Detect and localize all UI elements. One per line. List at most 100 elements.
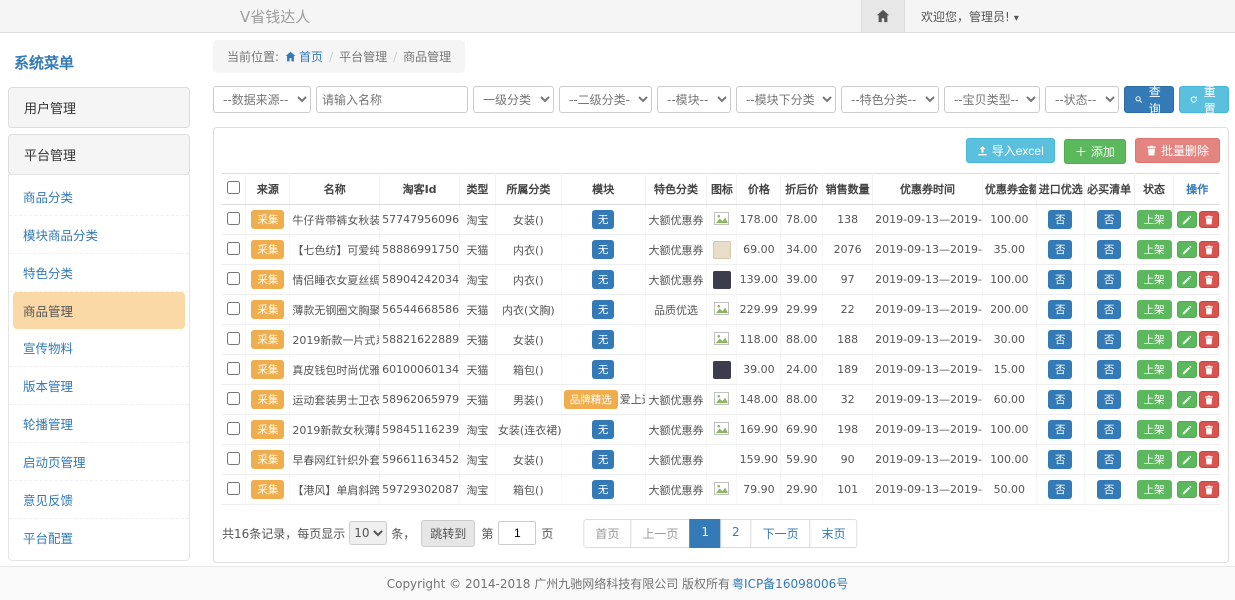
status-button[interactable]: 上架	[1137, 210, 1172, 229]
imported-toggle[interactable]: 否	[1048, 420, 1073, 439]
imported-toggle[interactable]: 否	[1048, 360, 1073, 379]
status-button[interactable]: 上架	[1137, 330, 1172, 349]
sidebar-item-feature-category[interactable]: 特色分类	[9, 254, 189, 292]
sidebar-item-feedback[interactable]: 意见反馈	[9, 481, 189, 519]
page-2-button[interactable]: 2	[720, 519, 752, 548]
row-checkbox[interactable]	[227, 272, 240, 285]
status-button[interactable]: 上架	[1137, 450, 1172, 469]
must-buy-toggle[interactable]: 否	[1097, 240, 1122, 259]
import-excel-button[interactable]: 导入excel	[966, 138, 1055, 163]
edit-button[interactable]	[1177, 391, 1197, 408]
imported-toggle[interactable]: 否	[1048, 210, 1073, 229]
category-level1-select[interactable]: 一级分类	[473, 86, 554, 113]
delete-button[interactable]	[1199, 451, 1219, 468]
status-button[interactable]: 上架	[1137, 240, 1172, 259]
delete-button[interactable]	[1199, 271, 1219, 288]
feature-category-select[interactable]: --特色分类--	[841, 86, 939, 113]
imported-toggle[interactable]: 否	[1048, 450, 1073, 469]
sidebar-item-version-management[interactable]: 版本管理	[9, 367, 189, 405]
sidebar-item-goods-category[interactable]: 商品分类	[9, 178, 189, 216]
edit-button[interactable]	[1177, 361, 1197, 378]
first-page-button[interactable]: 首页	[583, 519, 631, 548]
sidebar-item-promo-material[interactable]: 宣传物料	[9, 329, 189, 367]
sidebar-item-platform-config[interactable]: 平台配置	[9, 519, 189, 556]
row-checkbox[interactable]	[227, 332, 240, 345]
reset-button[interactable]: 重置	[1179, 86, 1229, 113]
sidebar-item-splash-management[interactable]: 启动页管理	[9, 443, 189, 481]
item-type-select[interactable]: --宝贝类型--	[944, 86, 1040, 113]
edit-button[interactable]	[1177, 271, 1197, 288]
sidebar-item-carousel-management[interactable]: 轮播管理	[9, 405, 189, 443]
must-buy-toggle[interactable]: 否	[1097, 360, 1122, 379]
sidebar-item-module-goods-category[interactable]: 模块商品分类	[9, 216, 189, 254]
select-all-checkbox[interactable]	[227, 181, 240, 194]
edit-button[interactable]	[1177, 451, 1197, 468]
next-page-button[interactable]: 下一页	[751, 519, 811, 548]
home-button[interactable]	[861, 0, 905, 32]
must-buy-toggle[interactable]: 否	[1097, 270, 1122, 289]
prev-page-button[interactable]: 上一页	[630, 519, 690, 548]
delete-button[interactable]	[1199, 361, 1219, 378]
imported-toggle[interactable]: 否	[1048, 240, 1073, 259]
row-checkbox[interactable]	[227, 212, 240, 225]
search-button[interactable]: 查询	[1124, 86, 1174, 113]
status-button[interactable]: 上架	[1137, 300, 1172, 319]
user-menu[interactable]: 欢迎您，管理员!▾	[905, 8, 1235, 25]
status-button[interactable]: 上架	[1137, 480, 1172, 499]
module-sub-select[interactable]: --模块下分类--	[736, 86, 836, 113]
delete-button[interactable]	[1199, 241, 1219, 258]
row-checkbox[interactable]	[227, 362, 240, 375]
must-buy-toggle[interactable]: 否	[1097, 480, 1122, 499]
edit-button[interactable]	[1177, 211, 1197, 228]
sidebar-item-user-management[interactable]: 用户管理	[8, 87, 190, 128]
must-buy-toggle[interactable]: 否	[1097, 420, 1122, 439]
sidebar-item-goods-management-active[interactable]: 商品管理	[13, 292, 185, 329]
must-buy-toggle[interactable]: 否	[1097, 330, 1122, 349]
delete-button[interactable]	[1199, 421, 1219, 438]
imported-toggle[interactable]: 否	[1048, 270, 1073, 289]
status-button[interactable]: 上架	[1137, 270, 1172, 289]
delete-button[interactable]	[1199, 301, 1219, 318]
delete-button[interactable]	[1199, 481, 1219, 498]
name-search-input[interactable]	[316, 86, 468, 113]
edit-button[interactable]	[1177, 241, 1197, 258]
delete-button[interactable]	[1199, 211, 1219, 228]
imported-toggle[interactable]: 否	[1048, 390, 1073, 409]
edit-button[interactable]	[1177, 301, 1197, 318]
icp-link[interactable]: 粤ICP备16098006号	[732, 575, 848, 592]
sidebar-item-platform-management[interactable]: 平台管理	[8, 134, 190, 175]
must-buy-toggle[interactable]: 否	[1097, 300, 1122, 319]
add-button[interactable]: ＋添加	[1064, 139, 1126, 164]
last-page-button[interactable]: 末页	[810, 519, 858, 548]
edit-button[interactable]	[1177, 421, 1197, 438]
edit-button[interactable]	[1177, 481, 1197, 498]
status-button[interactable]: 上架	[1137, 390, 1172, 409]
breadcrumb-home-link[interactable]: 首页	[299, 50, 323, 64]
status-select[interactable]: --状态--	[1045, 86, 1119, 113]
status-button[interactable]: 上架	[1137, 420, 1172, 439]
data-source-select[interactable]: --数据来源--	[213, 86, 311, 113]
category-level2-select[interactable]: --二级分类--	[559, 86, 652, 113]
must-buy-toggle[interactable]: 否	[1097, 390, 1122, 409]
imported-toggle[interactable]: 否	[1048, 480, 1073, 499]
must-buy-toggle[interactable]: 否	[1097, 210, 1122, 229]
page-number-input[interactable]	[498, 521, 536, 545]
module-select[interactable]: --模块--	[657, 86, 731, 113]
row-checkbox[interactable]	[227, 392, 240, 405]
row-checkbox[interactable]	[227, 482, 240, 495]
imported-toggle[interactable]: 否	[1048, 300, 1073, 319]
edit-button[interactable]	[1177, 331, 1197, 348]
imported-toggle[interactable]: 否	[1048, 330, 1073, 349]
status-button[interactable]: 上架	[1137, 360, 1172, 379]
row-checkbox[interactable]	[227, 302, 240, 315]
delete-button[interactable]	[1199, 331, 1219, 348]
row-checkbox[interactable]	[227, 452, 240, 465]
delete-button[interactable]	[1199, 391, 1219, 408]
row-checkbox[interactable]	[227, 422, 240, 435]
batch-delete-button[interactable]: 批量删除	[1135, 138, 1220, 163]
row-checkbox[interactable]	[227, 242, 240, 255]
must-buy-toggle[interactable]: 否	[1097, 450, 1122, 469]
page-1-button[interactable]: 1	[689, 519, 721, 548]
per-page-select[interactable]: 10	[349, 521, 387, 545]
jump-button[interactable]: 跳转到	[421, 520, 475, 547]
